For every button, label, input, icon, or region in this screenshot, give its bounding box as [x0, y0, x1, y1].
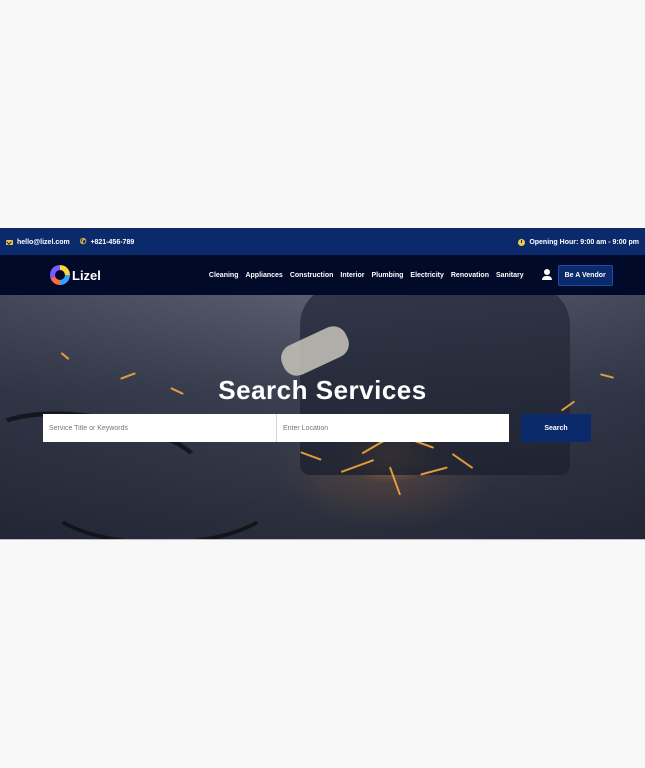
email-contact[interactable]: hello@lizel.com [6, 239, 70, 246]
menu-item-construction[interactable]: Construction [290, 272, 334, 279]
email-text[interactable]: hello@lizel.com [17, 239, 70, 246]
hero-banner: Search Services Search [0, 295, 645, 539]
clock-icon [518, 238, 526, 246]
service-keyword-input[interactable] [43, 414, 276, 442]
search-form: Search [43, 414, 591, 442]
menu-item-sanitary[interactable]: Sanitary [496, 272, 524, 279]
opening-hours-text: Opening Hour: 9:00 am - 9:00 pm [529, 238, 639, 246]
be-a-vendor-button[interactable]: Be A Vendor [557, 264, 613, 286]
opening-hours: Opening Hour: 9:00 am - 9:00 pm [518, 238, 639, 246]
phone-text[interactable]: +821-456-789 [90, 239, 134, 246]
main-navigation: Lizel Cleaning Appliances Construction I… [0, 255, 645, 295]
menu: Cleaning Appliances Construction Interio… [209, 272, 524, 279]
menu-item-appliances[interactable]: Appliances [245, 272, 282, 279]
top-info-bar: hello@lizel.com ✆ +821-456-789 Opening H… [0, 229, 645, 255]
menu-item-electricity[interactable]: Electricity [410, 272, 443, 279]
hero-title: Search Services [218, 375, 427, 405]
website-frame: hello@lizel.com ✆ +821-456-789 Opening H… [0, 228, 645, 540]
logo-mark-icon [50, 265, 70, 285]
menu-item-interior[interactable]: Interior [340, 272, 364, 279]
cable-shape-lower [40, 445, 280, 539]
logo-text: Lizel [72, 267, 101, 283]
location-input[interactable] [276, 414, 509, 442]
phone-icon: ✆ [79, 237, 87, 246]
spark [60, 352, 70, 360]
menu-item-renovation[interactable]: Renovation [451, 272, 489, 279]
phone-contact[interactable]: ✆ +821-456-789 [80, 238, 135, 246]
search-button[interactable]: Search [521, 414, 591, 442]
menu-item-cleaning[interactable]: Cleaning [209, 272, 239, 279]
mail-icon [6, 239, 13, 245]
menu-item-plumbing[interactable]: Plumbing [372, 272, 404, 279]
user-account-icon[interactable] [541, 269, 552, 281]
logo[interactable]: Lizel [50, 265, 101, 285]
